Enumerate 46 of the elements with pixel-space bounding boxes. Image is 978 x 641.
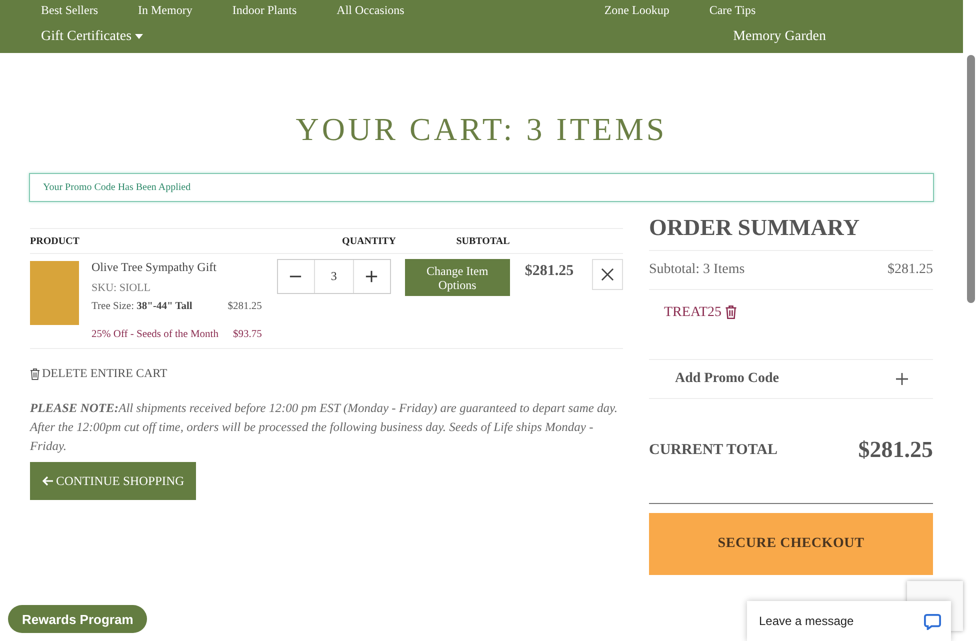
total-label: CURRENT TOTAL <box>649 442 778 458</box>
nav-link[interactable]: Memory Garden <box>733 28 826 44</box>
left-arrow-icon <box>42 476 54 486</box>
product-photo-placeholder <box>30 261 79 325</box>
nav-link[interactable]: Zone Lookup <box>604 2 670 18</box>
nav-link[interactable]: Care Tips <box>709 2 756 18</box>
product-sku: SKU: SIOLL <box>92 282 152 294</box>
quantity-field[interactable]: 3 <box>314 260 354 293</box>
shipping-note: PLEASE NOTE:All shipments received before 12:00 pm EST (Monday - Friday) are guaranteed to depart same day. After the 12:00pm cut off time, orders will be processed the following business day. Seeds of Life ships Monday - Friday. <box>30 400 619 455</box>
plus-icon <box>365 270 378 283</box>
promo-code: TREAT25 <box>664 305 722 321</box>
caret-icon <box>134 34 143 39</box>
order-summary-title: ORDER SUMMARY <box>649 214 933 251</box>
checkout-button[interactable]: SECURE CHECKOUT <box>649 513 933 575</box>
promo-applied-message: Your Promo Code Has Been Applied <box>29 173 934 202</box>
chat-widget[interactable]: Leave a message <box>747 601 951 641</box>
discount-amount: $93.75 <box>232 329 262 340</box>
column-header: QUANTITY <box>341 236 397 247</box>
plus-icon <box>896 373 908 385</box>
chat-bubble-icon <box>924 612 941 630</box>
continue-shopping-button[interactable]: CONTINUE SHOPPING <box>30 462 196 500</box>
cart-title: YOUR CART: 3 ITEMS <box>294 111 668 147</box>
nav-link[interactable]: In Memory <box>138 2 192 18</box>
remove-item-button[interactable] <box>592 259 623 290</box>
product-option: Tree Size: 38"-44" Tall <box>92 301 192 312</box>
nav-link[interactable]: All Occasions <box>336 2 404 18</box>
change-options-button[interactable]: Change Item Options <box>404 259 510 296</box>
nav-link[interactable]: Indoor Plants <box>232 2 297 18</box>
product-name: Olive Tree Sympathy Gift <box>92 260 218 275</box>
item-subtotal: $281.25 <box>524 263 575 280</box>
quantity-stepper[interactable]: 3 <box>276 259 391 294</box>
nav-link[interactable]: Best Sellers <box>41 2 98 18</box>
close-icon <box>601 268 614 281</box>
discount-label: 25% Off - Seeds of the Month <box>92 329 218 340</box>
total-value: $281.25 <box>858 437 933 463</box>
rewards-program-button[interactable]: Rewards Program <box>8 605 148 633</box>
column-header: PRODUCT <box>30 236 80 247</box>
subtotal-value: $281.25 <box>888 262 933 278</box>
trash-icon <box>724 305 737 319</box>
column-header: SUBTOTAL <box>455 236 511 247</box>
remove-promo-button[interactable] <box>724 305 737 322</box>
trash-icon <box>30 368 40 380</box>
delete-cart-button[interactable]: DELETE ENTIRE CART <box>30 366 168 381</box>
nav-link[interactable]: Gift Certificates <box>41 28 143 44</box>
product-price: $281.25 <box>228 301 262 312</box>
subtotal-label: Subtotal: 3 Items <box>649 262 745 278</box>
